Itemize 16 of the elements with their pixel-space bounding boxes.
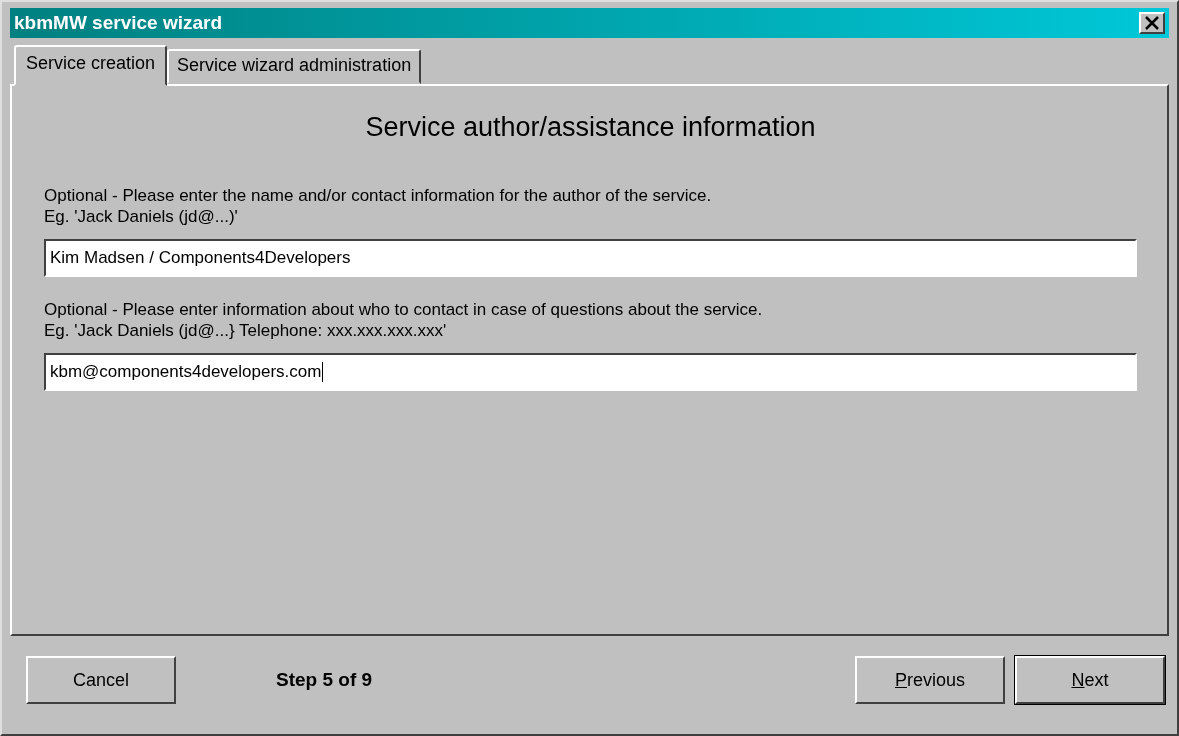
window-title: kbmMW service wizard: [14, 12, 223, 34]
step-indicator: Step 5 of 9: [276, 669, 374, 691]
close-icon: [1144, 16, 1160, 30]
previous-button[interactable]: Previous: [855, 656, 1005, 704]
tab[interactable]: Service wizard administration: [167, 49, 422, 84]
input-field[interactable]: Kim Madsen / Components4Developers: [44, 239, 1137, 277]
instruction-text: Optional - Please enter information about who to contact in case of questions about the service.: [44, 299, 764, 320]
tab[interactable]: Service creation: [14, 45, 168, 86]
instruction-text: Eg. 'Jack Daniels (jd@...)': [44, 206, 239, 227]
close-button[interactable]: [1139, 12, 1165, 34]
input-field[interactable]: kbm@components4developers.com: [44, 353, 1137, 391]
instruction-text: Eg. 'Jack Daniels (jd@...} Telephone: xxx.xxx.xxx.xxx': [44, 320, 448, 341]
cancel-button[interactable]: Cancel: [26, 656, 176, 704]
section-heading: Service author/assistance information: [364, 112, 817, 143]
next-button[interactable]: Next: [1015, 656, 1165, 704]
instruction-text: Optional - Please enter the name and/or contact information for the author of the service.: [44, 185, 713, 206]
